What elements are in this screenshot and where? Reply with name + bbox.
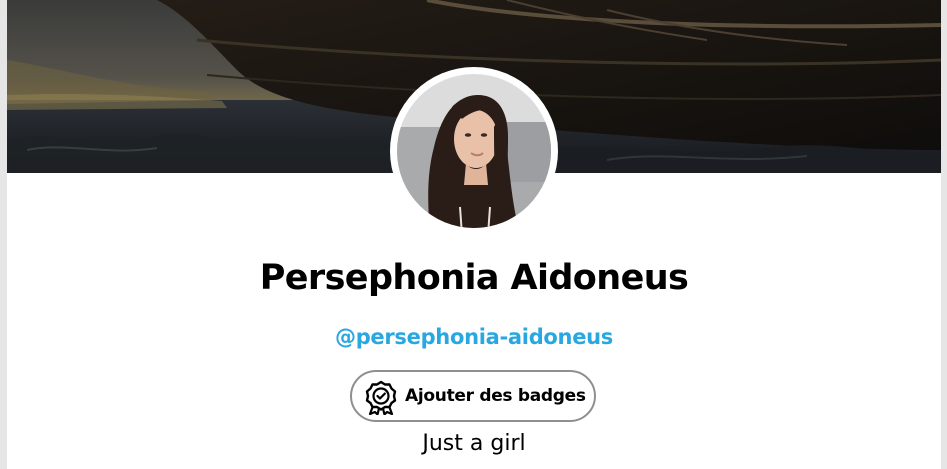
- add-badges-button[interactable]: Ajouter des badges: [350, 370, 596, 422]
- avatar[interactable]: [390, 67, 558, 235]
- profile-bio: Just a girl: [422, 431, 526, 456]
- badge-award-icon: [364, 379, 398, 416]
- add-badges-label: Ajouter des badges: [405, 386, 586, 406]
- profile-page: Persephonia Aidoneus @persephonia-aidone…: [7, 0, 941, 469]
- profile-name: Persephonia Aidoneus: [259, 258, 689, 298]
- profile-handle[interactable]: @persephonia-aidoneus: [7, 322, 941, 352]
